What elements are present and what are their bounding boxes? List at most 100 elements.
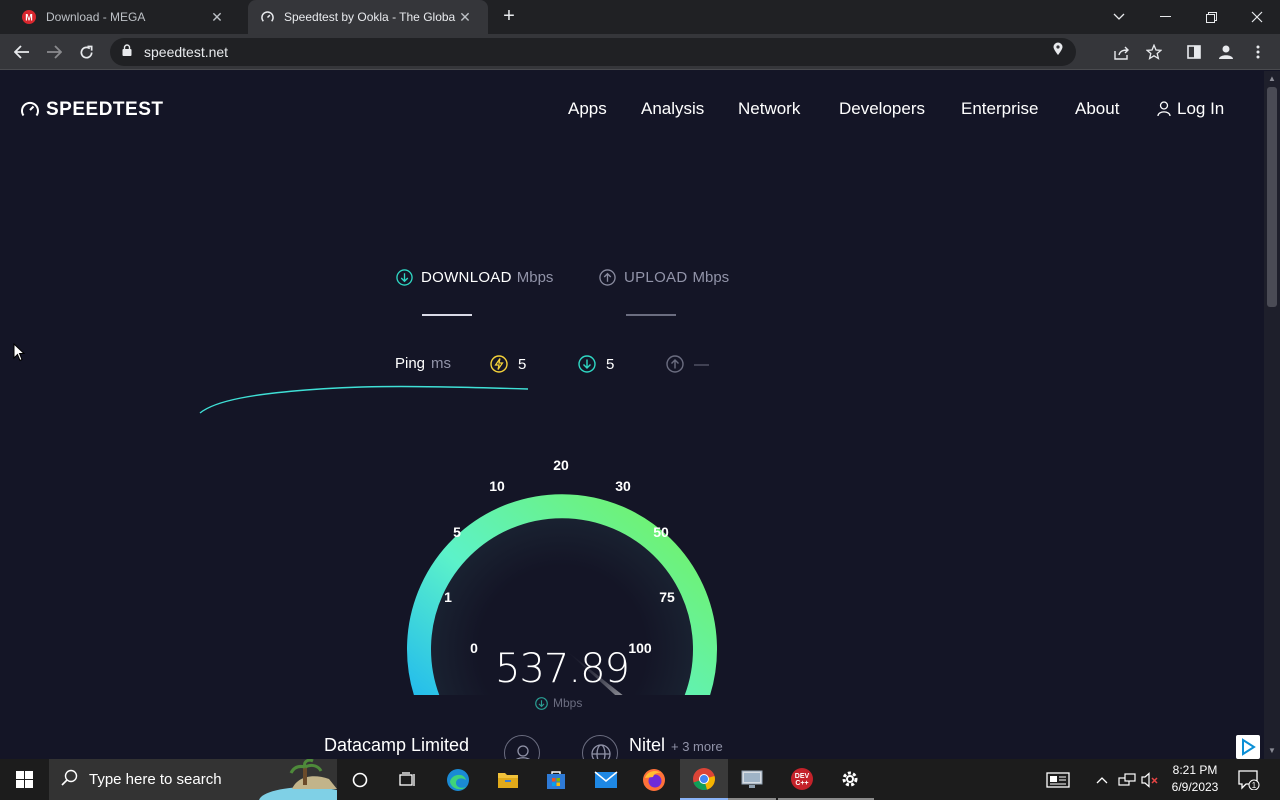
- gauge-tick: 50: [653, 524, 669, 540]
- ping-upload-value: —: [694, 355, 709, 373]
- location-icon[interactable]: [1049, 40, 1067, 58]
- cortana-icon[interactable]: [336, 759, 384, 800]
- nav-about[interactable]: About: [1075, 99, 1119, 119]
- search-highlight-art-icon: [259, 759, 337, 800]
- firefox-icon[interactable]: [630, 759, 678, 800]
- windows-start-button[interactable]: [0, 759, 48, 800]
- page-scrollbar[interactable]: ▲ ▼: [1264, 71, 1280, 759]
- speedtest-logo[interactable]: SPEEDTEST: [20, 99, 163, 121]
- edge-icon[interactable]: [434, 759, 482, 800]
- profile-icon[interactable]: [1216, 42, 1236, 62]
- tab-search-icon[interactable]: [1096, 0, 1142, 34]
- server-more: + 3 more: [671, 739, 723, 754]
- ping-upload-stat: —: [666, 355, 709, 373]
- nav-apps[interactable]: Apps: [568, 99, 607, 119]
- ping-label-group: Ping ms: [395, 355, 451, 372]
- nav-network[interactable]: Network: [738, 99, 800, 119]
- download-arrow-icon: [535, 696, 548, 710]
- task-view-icon[interactable]: [384, 759, 432, 800]
- speedtest-logo-icon: [21, 101, 39, 117]
- tab-speedtest[interactable]: Speedtest by Ookla - The Global ✕: [248, 0, 488, 34]
- upload-tab[interactable]: UPLOAD Mbps: [599, 269, 729, 286]
- gauge-tick: 1: [444, 589, 452, 605]
- taskbar-search-box[interactable]: Type here to search: [49, 759, 337, 800]
- scroll-down-icon[interactable]: ▼: [1268, 746, 1276, 755]
- close-tab-icon[interactable]: ✕: [456, 9, 474, 26]
- login-label: Log In: [1177, 99, 1225, 118]
- adchoices-icon[interactable]: [1236, 735, 1260, 759]
- isp-name: Datacamp Limited: [324, 735, 470, 755]
- file-explorer-icon[interactable]: [484, 759, 532, 800]
- remote-desktop-icon[interactable]: [728, 759, 776, 800]
- gauge-tick: 5: [453, 524, 461, 540]
- taskbar-clock[interactable]: 8:21 PM 6/9/2023: [1160, 762, 1230, 796]
- ping-label: Ping: [395, 355, 426, 372]
- gauge-tick: 100: [628, 640, 652, 656]
- ping-download-icon: [578, 355, 596, 373]
- ping-idle-value: 5: [518, 355, 527, 373]
- server-info[interactable]: Nitel + 3 more: [629, 735, 723, 756]
- speed-graph-line: [199, 385, 529, 414]
- isp-user-icon: [504, 735, 540, 759]
- gauge-tick: 10: [489, 478, 505, 494]
- server-name: Nitel: [629, 735, 666, 755]
- tab-mega[interactable]: M Download - MEGA ✕: [0, 0, 248, 34]
- speed-value: 537.89: [495, 646, 630, 692]
- tray-overflow-chevron-icon[interactable]: [1096, 759, 1108, 800]
- search-placeholder: Type here to search: [89, 771, 222, 788]
- search-icon: [61, 769, 79, 791]
- minimize-button[interactable]: [1142, 0, 1188, 34]
- upload-underline: [626, 314, 676, 316]
- new-tab-button[interactable]: +: [498, 6, 520, 28]
- mail-icon[interactable]: [582, 759, 630, 800]
- login-link[interactable]: Log In: [1157, 99, 1224, 119]
- windows-logo-icon: [15, 771, 33, 788]
- nav-developers[interactable]: Developers: [839, 99, 925, 119]
- speedtest-page: SPEEDTEST Apps Analysis Network Develope…: [0, 71, 1264, 759]
- bookmark-star-icon[interactable]: [1144, 42, 1164, 62]
- back-button[interactable]: [10, 40, 34, 64]
- speed-unit: Mbps: [553, 696, 583, 710]
- user-icon: [1157, 101, 1171, 117]
- chrome-icon[interactable]: [680, 759, 728, 800]
- svg-text:DEV: DEV: [795, 773, 810, 780]
- reload-button[interactable]: [74, 40, 98, 64]
- nav-enterprise[interactable]: Enterprise: [961, 99, 1038, 119]
- scrollbar-thumb[interactable]: [1267, 87, 1277, 307]
- windows-taskbar: Type here to search DEV C++ 8:21 PM 6/9/…: [0, 759, 1280, 800]
- dev-cpp-icon[interactable]: DEV C++: [778, 759, 826, 800]
- upload-label: UPLOAD: [624, 269, 688, 286]
- share-icon[interactable]: [1112, 43, 1132, 63]
- restore-button[interactable]: [1188, 0, 1234, 34]
- server-globe-icon[interactable]: [582, 735, 618, 759]
- notification-count: 1: [1252, 781, 1257, 790]
- svg-text:C++: C++: [795, 780, 808, 787]
- news-widget-icon[interactable]: [1046, 759, 1070, 800]
- microsoft-store-icon[interactable]: [532, 759, 580, 800]
- scroll-up-icon[interactable]: ▲: [1268, 74, 1276, 83]
- clock-date: 6/9/2023: [1171, 780, 1219, 794]
- upload-unit: Mbps: [692, 269, 730, 286]
- mega-icon: M: [22, 10, 36, 24]
- close-tab-icon[interactable]: ✕: [208, 9, 226, 26]
- notifications-icon[interactable]: 1: [1238, 759, 1260, 800]
- ping-idle-stat: 5: [490, 355, 526, 373]
- browser-toolbar: speedtest.net G: [0, 34, 1280, 95]
- clock-time: 8:21 PM: [1172, 763, 1218, 777]
- speedtest-icon: [260, 10, 274, 24]
- mouse-cursor-icon: [13, 343, 25, 362]
- menu-kebab-icon[interactable]: [1248, 42, 1268, 62]
- settings-gear-icon[interactable]: [826, 759, 874, 800]
- tab-strip: M Download - MEGA ✕ Speedtest by Ookla -…: [0, 0, 1280, 34]
- side-panel-icon[interactable]: [1184, 42, 1204, 62]
- ping-download-value: 5: [606, 355, 615, 373]
- volume-muted-icon[interactable]: [1141, 759, 1159, 800]
- forward-button[interactable]: [42, 40, 66, 64]
- gauge-tick: 30: [615, 478, 631, 494]
- nav-analysis[interactable]: Analysis: [641, 99, 704, 119]
- network-icon[interactable]: [1118, 759, 1136, 800]
- download-tab[interactable]: DOWNLOAD Mbps: [396, 269, 553, 286]
- close-window-button[interactable]: [1234, 0, 1280, 34]
- address-bar[interactable]: speedtest.net: [110, 38, 1076, 66]
- gauge-tick: 0: [470, 640, 478, 656]
